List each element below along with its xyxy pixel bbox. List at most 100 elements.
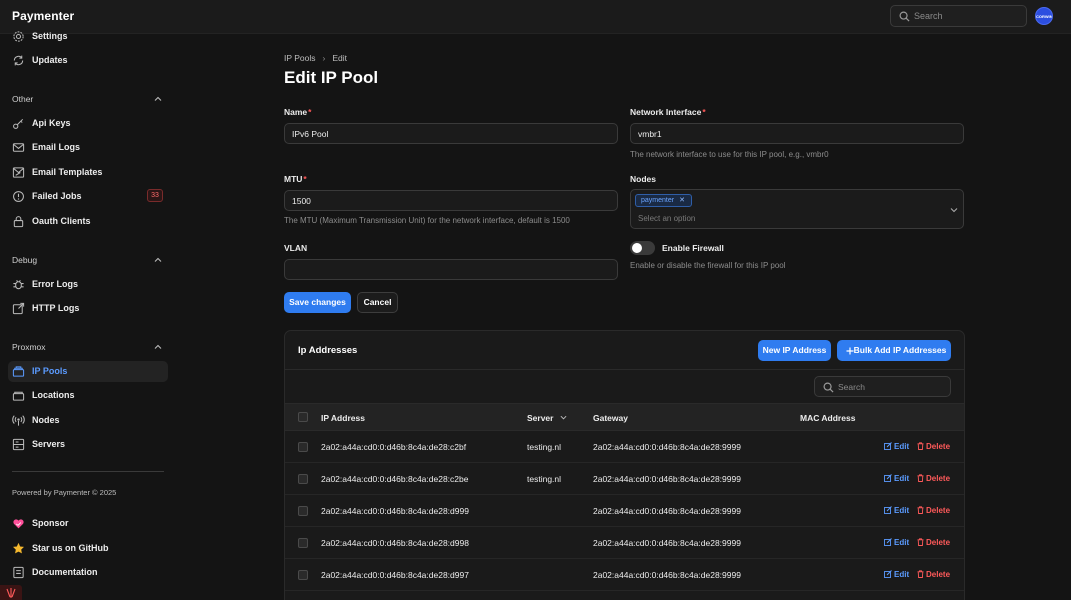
book-icon bbox=[13, 566, 24, 579]
bulk-add-ip-addresses-button[interactable]: Bulk Add IP Addresses bbox=[837, 340, 951, 361]
edit-icon bbox=[884, 538, 892, 546]
row-edit-button[interactable]: Edit bbox=[884, 442, 909, 451]
delete-label: Delete bbox=[926, 442, 951, 451]
edit-icon bbox=[884, 474, 892, 482]
sidebar: Settings Updates Other Api Keys Email Lo… bbox=[0, 31, 176, 600]
delete-label: Delete bbox=[926, 538, 951, 547]
row-delete-button[interactable]: Delete bbox=[917, 474, 950, 483]
global-search-input[interactable]: Search bbox=[890, 5, 1027, 27]
row-checkbox[interactable] bbox=[298, 570, 308, 580]
row-edit-button[interactable]: Edit bbox=[884, 474, 909, 483]
sidebar-item-nodes[interactable]: Nodes bbox=[8, 410, 168, 431]
user-avatar[interactable]: CORWIN bbox=[1035, 7, 1053, 25]
row-delete-button[interactable]: Delete bbox=[917, 442, 950, 451]
sidebar-item-error-logs[interactable]: Error Logs bbox=[8, 274, 168, 295]
sidebar-item-label: Failed Jobs bbox=[32, 191, 82, 201]
row-ip-address: 2a02:a44a:cd0:0:d46b:8c4a:de28:c2be bbox=[321, 474, 469, 484]
envelope-icon bbox=[12, 143, 25, 152]
brand-logo[interactable]: Paymenter bbox=[12, 9, 74, 23]
sidebar-item-label: Updates bbox=[32, 55, 68, 65]
card-divider bbox=[285, 369, 964, 370]
cancel-button[interactable]: Cancel bbox=[357, 292, 398, 313]
trash-icon bbox=[917, 442, 924, 450]
mtu-label-text: MTU bbox=[284, 174, 303, 184]
sidebar-item-locations[interactable]: Locations bbox=[8, 385, 168, 406]
toggle-knob bbox=[632, 243, 642, 253]
sidebar-item-email-templates[interactable]: Email Templates bbox=[8, 162, 168, 183]
row-delete-button[interactable]: Delete bbox=[917, 570, 950, 579]
bug-icon bbox=[13, 280, 24, 290]
row-edit-button[interactable]: Edit bbox=[884, 570, 909, 579]
mtu-input[interactable]: 1500 bbox=[284, 190, 618, 211]
sidebar-item-label: Oauth Clients bbox=[32, 216, 91, 226]
sidebar-item-label: Email Templates bbox=[32, 167, 103, 177]
edit-label: Edit bbox=[894, 442, 910, 451]
name-input[interactable]: IPv6 Pool bbox=[284, 123, 618, 144]
sidebar-item-label: Nodes bbox=[32, 415, 60, 425]
chevron-up-icon[interactable] bbox=[154, 343, 162, 351]
row-gateway: 2a02:a44a:cd0:0:d46b:8c4a:de28:9999 bbox=[593, 538, 741, 548]
network-interface-input[interactable]: vmbr1 bbox=[630, 123, 964, 144]
network-interface-help: The network interface to use for this IP… bbox=[630, 150, 829, 159]
stack-icon bbox=[12, 366, 25, 377]
column-gateway[interactable]: Gateway bbox=[593, 413, 628, 423]
column-mac-address[interactable]: MAC Address bbox=[800, 413, 855, 423]
vlan-input[interactable] bbox=[284, 259, 618, 280]
sidebar-item-oauth-clients[interactable]: Oauth Clients bbox=[8, 211, 168, 232]
chevron-up-icon[interactable] bbox=[154, 95, 162, 103]
key-icon bbox=[13, 118, 24, 129]
row-checkbox[interactable] bbox=[298, 538, 308, 548]
nodes-label: Nodes bbox=[630, 174, 656, 184]
sidebar-item-servers[interactable]: Servers bbox=[8, 434, 168, 455]
sidebar-item-label: Settings bbox=[32, 31, 68, 41]
select-all-checkbox[interactable] bbox=[298, 412, 308, 422]
row-checkbox[interactable] bbox=[298, 442, 308, 452]
firewall-toggle[interactable] bbox=[630, 241, 655, 255]
sidebar-item-updates[interactable]: Updates bbox=[8, 50, 168, 71]
table-search-input[interactable]: Search bbox=[814, 376, 951, 397]
row-edit-button[interactable]: Edit bbox=[884, 506, 909, 515]
column-server[interactable]: Server bbox=[527, 413, 567, 423]
name-label-text: Name bbox=[284, 107, 308, 117]
column-ip-address[interactable]: IP Address bbox=[321, 413, 365, 423]
remove-tag-icon[interactable]: ✕ bbox=[679, 197, 685, 204]
sidebar-item-failed-jobs[interactable]: Failed Jobs 33 bbox=[8, 186, 168, 207]
nodes-multiselect[interactable]: paymenter ✕ Select an option bbox=[630, 189, 964, 229]
sidebar-item-settings[interactable]: Settings bbox=[8, 26, 168, 47]
sidebar-item-email-logs[interactable]: Email Logs bbox=[8, 137, 168, 158]
required-marker: * bbox=[303, 174, 307, 184]
nodes-placeholder: Select an option bbox=[638, 214, 696, 223]
chevron-down-icon bbox=[950, 208, 958, 213]
sidebar-item-github[interactable]: Star us on GitHub bbox=[8, 538, 168, 559]
save-changes-button[interactable]: Save changes bbox=[284, 292, 351, 313]
global-search-placeholder: Search bbox=[914, 11, 943, 21]
gear-icon bbox=[13, 31, 24, 42]
sidebar-item-ip-pools[interactable]: IP Pools bbox=[8, 361, 168, 382]
edit-label: Edit bbox=[894, 570, 910, 579]
debug-toolbar-toggle[interactable] bbox=[0, 585, 22, 600]
delete-label: Delete bbox=[926, 474, 951, 483]
required-marker: * bbox=[308, 107, 312, 117]
sidebar-item-api-keys[interactable]: Api Keys bbox=[8, 113, 168, 134]
row-delete-button[interactable]: Delete bbox=[917, 538, 950, 547]
edit-label: Edit bbox=[894, 538, 910, 547]
vlan-label: VLAN bbox=[284, 243, 308, 253]
row-checkbox[interactable] bbox=[298, 506, 308, 516]
sidebar-item-documentation[interactable]: Documentation bbox=[8, 562, 168, 583]
column-server-label: Server bbox=[527, 413, 554, 423]
new-ip-address-button[interactable]: New IP Address bbox=[758, 340, 831, 361]
powered-by-text: Powered by Paymenter © 2025 bbox=[12, 488, 117, 497]
row-gateway: 2a02:a44a:cd0:0:d46b:8c4a:de28:9999 bbox=[593, 474, 741, 484]
chevron-up-icon[interactable] bbox=[154, 256, 162, 264]
sidebar-item-sponsor[interactable]: Sponsor bbox=[8, 513, 168, 534]
row-checkbox[interactable] bbox=[298, 474, 308, 484]
row-ip-address: 2a02:a44a:cd0:0:d46b:8c4a:de28:d999 bbox=[321, 506, 469, 516]
breadcrumb-parent-link[interactable]: IP Pools bbox=[284, 53, 316, 63]
sidebar-item-http-logs[interactable]: HTTP Logs bbox=[8, 298, 168, 319]
row-edit-button[interactable]: Edit bbox=[884, 538, 909, 547]
breadcrumb: IP Pools › Edit bbox=[284, 53, 347, 63]
row-delete-button[interactable]: Delete bbox=[917, 506, 950, 515]
sidebar-group-debug-title: Debug bbox=[12, 255, 38, 265]
ip-addresses-title: Ip Addresses bbox=[298, 345, 358, 356]
trash-icon bbox=[917, 538, 924, 546]
